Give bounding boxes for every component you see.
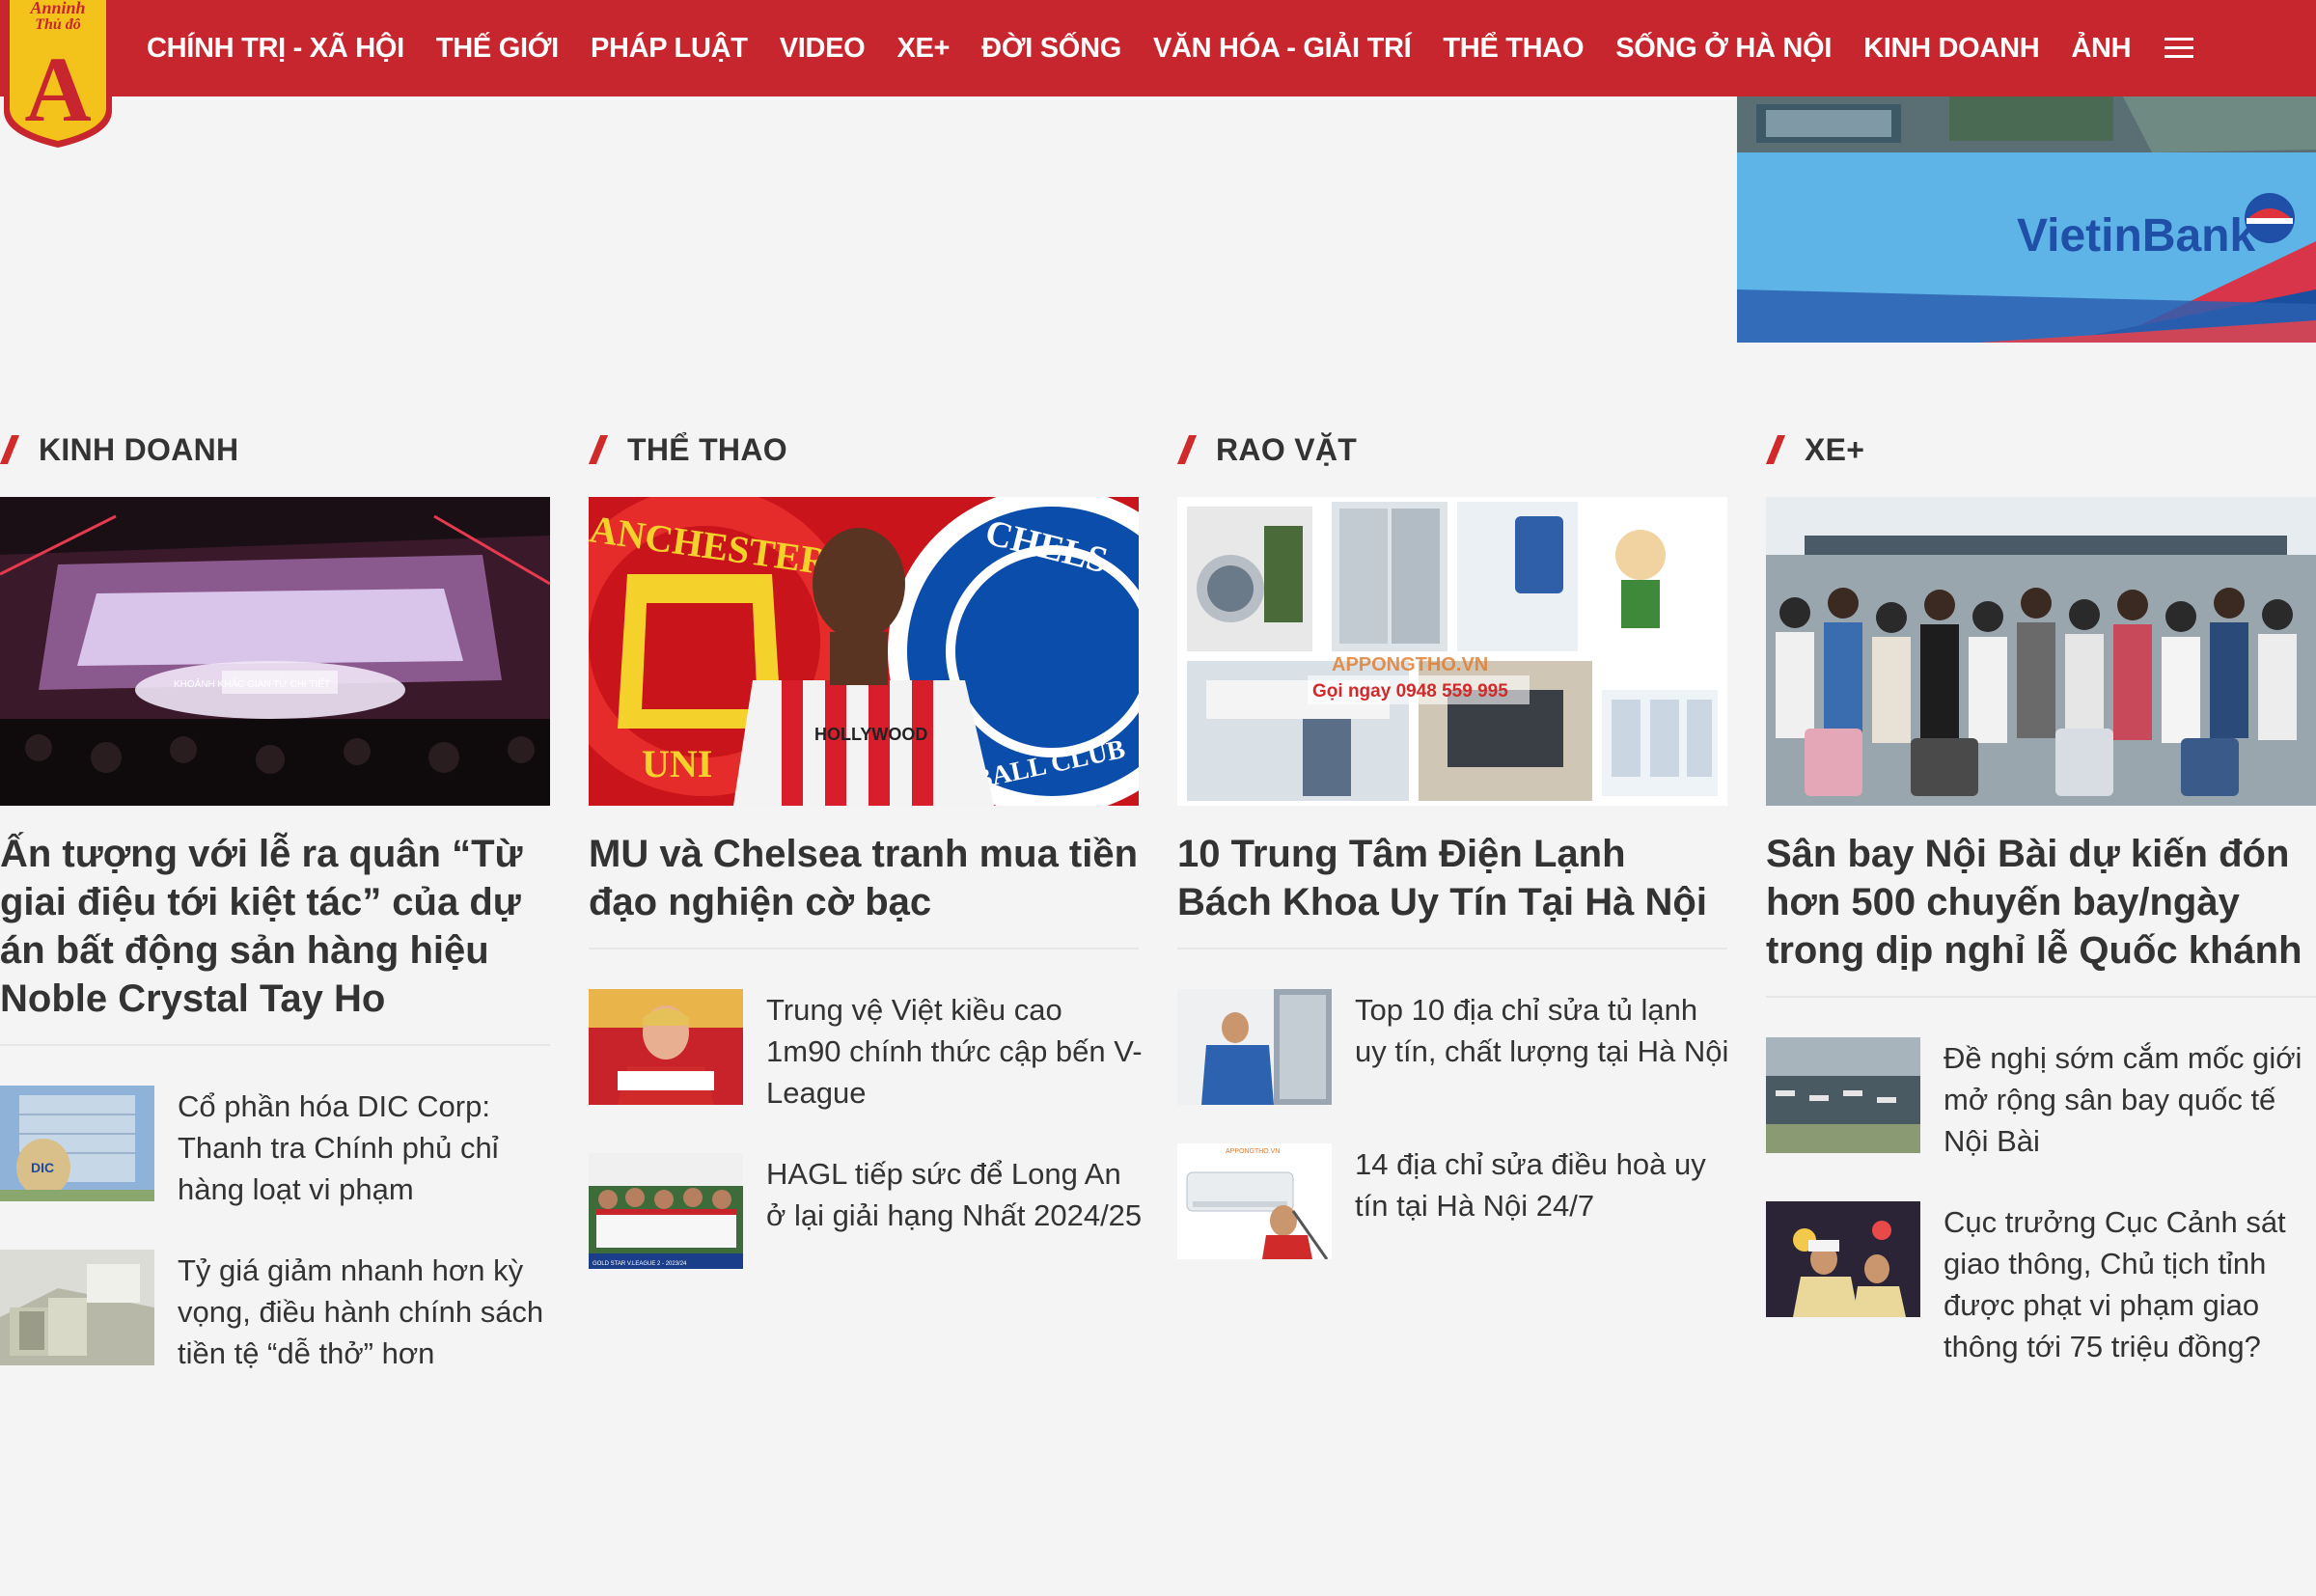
- nav-item-song-o-ha-noi[interactable]: SỐNG Ở HÀ NỘI: [1615, 33, 1832, 65]
- article-title: Đề nghị sớm cắm mốc giới mở rộng sân bay…: [1944, 1041, 2302, 1158]
- nav-item-anh[interactable]: ẢNH: [2071, 33, 2131, 65]
- divider: [1177, 948, 1727, 949]
- article-title: Cục trưởng Cục Cảnh sát giao thông, Chủ …: [1944, 1205, 2286, 1363]
- section-kinh-doanh: KINH DOANH KHOẢNH KHẮC GIAN TỪ CHI TIẾT …: [0, 425, 550, 1370]
- banner-brand-text: VietinBank: [2017, 210, 2256, 261]
- article-thumbnail: [1177, 989, 1332, 1105]
- section-title: KINH DOANH: [39, 431, 239, 467]
- stage-event-photo: KHOẢNH KHẮC GIAN TỪ CHI TIẾT: [0, 497, 550, 806]
- nav-item-xe-plus[interactable]: XE+: [896, 33, 950, 65]
- nav-item-the-thao[interactable]: THỂ THAO: [1443, 33, 1584, 65]
- article-thumbnail: [589, 989, 743, 1105]
- list-item[interactable]: DIC Cổ phần hóa DIC Corp: Thanh tra Chín…: [0, 1086, 550, 1206]
- divider: [0, 1044, 550, 1046]
- article-thumbnail: APPONGTHO.VN: [1177, 1143, 1332, 1259]
- article-thumbnail: DIC: [0, 1086, 154, 1201]
- divider: [589, 948, 1139, 949]
- lead-article-image[interactable]: [1766, 497, 2316, 806]
- list-item[interactable]: Cục trưởng Cục Cảnh sát giao thông, Chủ …: [1766, 1201, 2316, 1363]
- list-item[interactable]: GOLD STAR V.LEAGUE 2 - 2023/24 HAGL tiếp…: [589, 1153, 1142, 1274]
- article-title: Top 10 địa chỉ sửa tủ lạnh uy tín, chất …: [1355, 993, 1729, 1068]
- lead-article-title[interactable]: MU và Chelsea tranh mua tiền đạo nghiện …: [589, 830, 1139, 926]
- collage-phone-text: Gọi ngay 0948 559 995: [1312, 681, 1508, 702]
- article-title: Cổ phần hóa DIC Corp: Thanh tra Chính ph…: [178, 1089, 499, 1206]
- thumb-text: DIC: [31, 1160, 54, 1175]
- section-header[interactable]: THỂ THAO: [588, 425, 1139, 475]
- article-title: Trung vệ Việt kiều cao 1m90 chính thức c…: [766, 993, 1143, 1110]
- list-item[interactable]: Đề nghị sớm cắm mốc giới mở rộng sân bay…: [1766, 1037, 2316, 1158]
- section-title: XE+: [1805, 431, 1865, 467]
- section-header[interactable]: KINH DOANH: [0, 425, 550, 475]
- section-xe-plus: XE+ Sân bay Nội Bài dự kiến đón hơn 500 …: [1765, 425, 2316, 1363]
- nav-item-phap-luat[interactable]: PHÁP LUẬT: [591, 33, 748, 65]
- nav-item-kinh-doanh[interactable]: KINH DOANH: [1863, 33, 2040, 65]
- vietinbank-banner-ad[interactable]: VietinBank: [1737, 96, 2316, 343]
- list-item[interactable]: Top 10 địa chỉ sửa tủ lạnh uy tín, chất …: [1177, 989, 1728, 1110]
- lead-article-title[interactable]: 10 Trung Tâm Điện Lạnh Bách Khoa Uy Tín …: [1177, 830, 1727, 926]
- section-rao-vat: RAO VẶT APPONGTHO.VN Gọi ngay 0948 559 9…: [1176, 425, 1728, 1259]
- nav-item-van-hoa-giai-tri[interactable]: VĂN HÓA - GIẢI TRÍ: [1153, 33, 1412, 65]
- shirt-sponsor-text: HOLLYWOOD: [814, 725, 927, 744]
- section-the-thao: THỂ THAO ANCHESTER UNI CHELS BALL CLUB H…: [588, 425, 1143, 1269]
- article-title: HAGL tiếp sức để Long An ở lại giải hạng…: [766, 1157, 1143, 1232]
- list-item[interactable]: Tỷ giá giảm nhanh hơn kỳ vọng, điều hành…: [0, 1250, 550, 1370]
- lead-article-title[interactable]: Sân bay Nội Bài dự kiến đón hơn 500 chuy…: [1766, 830, 2316, 975]
- section-header[interactable]: XE+: [1765, 425, 2316, 475]
- thumb-text: APPONGTHO.VN: [1226, 1148, 1280, 1155]
- lead-article-image[interactable]: KHOẢNH KHẮC GIAN TỪ CHI TIẾT: [0, 497, 550, 806]
- logo-shield-icon: Anninh Thủ đô A: [4, 0, 112, 148]
- lead-image-caption: KHOẢNH KHẮC GIAN TỪ CHI TIẾT: [174, 677, 330, 690]
- svg-text:Anninh: Anninh: [29, 0, 85, 17]
- nav-item-chinh-tri-xa-hoi[interactable]: CHÍNH TRỊ - XÃ HỘI: [147, 33, 404, 65]
- section-title: RAO VẶT: [1216, 431, 1358, 467]
- article-title: Tỷ giá giảm nhanh hơn kỳ vọng, điều hành…: [178, 1253, 544, 1370]
- left-crest-bottom-text: UNI: [642, 742, 712, 785]
- nav-item-video[interactable]: VIDEO: [780, 33, 866, 65]
- section-slash-icon: [0, 435, 20, 464]
- article-title: 14 địa chỉ sửa điều hoà uy tín tại Hà Nộ…: [1355, 1147, 1706, 1223]
- svg-text:A: A: [24, 38, 91, 141]
- lead-article-title[interactable]: Ấn tượng với lễ ra quân “Từ giai điệu tớ…: [0, 830, 550, 1023]
- list-item[interactable]: Trung vệ Việt kiều cao 1m90 chính thức c…: [589, 989, 1143, 1110]
- site-logo[interactable]: Anninh Thủ đô A: [0, 0, 116, 150]
- section-slash-icon: [1176, 435, 1198, 464]
- collage-site-text: APPONGTHO.VN: [1332, 654, 1488, 675]
- article-thumbnail: GOLD STAR V.LEAGUE 2 - 2023/24: [589, 1153, 743, 1269]
- list-item[interactable]: APPONGTHO.VN 14 địa chỉ sửa điều hoà uy …: [1177, 1143, 1727, 1264]
- lead-article-image[interactable]: ANCHESTER UNI CHELS BALL CLUB HOLLYWOOD: [589, 497, 1139, 806]
- article-thumbnail: [0, 1250, 154, 1365]
- svg-text:Thủ đô: Thủ đô: [35, 16, 81, 33]
- divider: [1766, 996, 2316, 998]
- football-photo: ANCHESTER UNI CHELS BALL CLUB HOLLYWOOD: [589, 497, 1139, 806]
- top-navigation-bar: CHÍNH TRỊ - XÃ HỘI THẾ GIỚI PHÁP LUẬT VI…: [0, 0, 2316, 96]
- thumb-text: GOLD STAR V.LEAGUE 2 - 2023/24: [593, 1261, 687, 1267]
- section-title: THỂ THAO: [627, 431, 787, 467]
- article-thumbnail: [1766, 1201, 1920, 1317]
- banner-artwork: VietinBank: [1737, 96, 2316, 343]
- appliance-repair-collage: APPONGTHO.VN Gọi ngay 0948 559 995: [1177, 497, 1727, 806]
- section-header[interactable]: RAO VẶT: [1176, 425, 1727, 475]
- hamburger-menu-icon[interactable]: [2164, 38, 2194, 59]
- article-thumbnail: [1766, 1037, 1920, 1153]
- main-nav: CHÍNH TRỊ - XÃ HỘI THẾ GIỚI PHÁP LUẬT VI…: [147, 0, 2194, 96]
- airport-crowd-photo: [1766, 497, 2316, 806]
- section-slash-icon: [588, 435, 609, 464]
- section-slash-icon: [1765, 435, 1786, 464]
- lead-article-image[interactable]: APPONGTHO.VN Gọi ngay 0948 559 995: [1177, 497, 1727, 806]
- nav-item-doi-song[interactable]: ĐỜI SỐNG: [981, 33, 1121, 65]
- nav-item-the-gioi[interactable]: THẾ GIỚI: [436, 33, 559, 65]
